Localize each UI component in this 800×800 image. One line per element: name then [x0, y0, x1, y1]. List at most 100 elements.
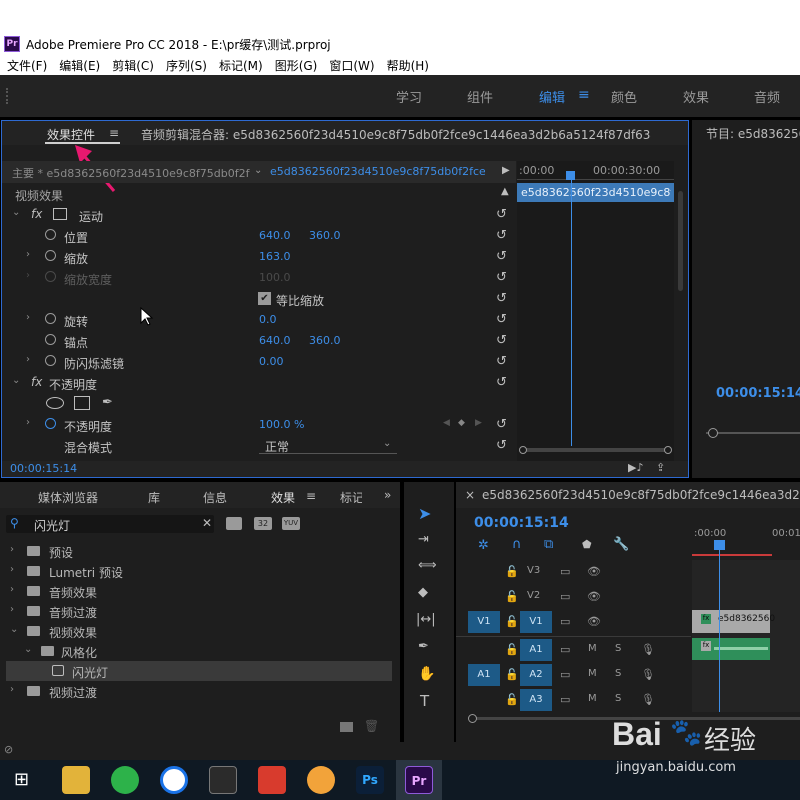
anchor-x-value[interactable]: 640.0: [259, 334, 291, 347]
play-audio-icon[interactable]: ▶♪: [628, 461, 643, 474]
program-timecode[interactable]: 00:00:15:14: [716, 386, 800, 401]
tab-libraries[interactable]: 库: [148, 489, 160, 506]
mute-button[interactable]: M: [588, 668, 597, 679]
sequence-tab[interactable]: e5d8362560f23d4510e9c8f75db0f2fce9c1446e…: [482, 488, 800, 502]
eye-icon[interactable]: 👁: [587, 615, 601, 628]
source-patch-v1[interactable]: V1: [468, 611, 500, 633]
chevron-right-icon[interactable]: ›: [10, 564, 14, 575]
track-target-v1[interactable]: V1: [520, 611, 552, 633]
stopwatch-icon[interactable]: [45, 250, 56, 261]
video-clip[interactable]: fx e5d8362560: [692, 610, 775, 633]
chevron-right-icon[interactable]: ›: [10, 604, 14, 615]
workspace-tab-effects[interactable]: 效果: [683, 87, 709, 106]
chevron-down-icon[interactable]: ⌄: [12, 375, 20, 386]
chevron-down-icon[interactable]: ⌄: [10, 624, 18, 635]
solo-button[interactable]: S: [615, 668, 621, 679]
sequence-clip-label[interactable]: e5d8362560f23d4510e9c8f75db0f2fce9c14...: [270, 165, 485, 178]
pen-mask-icon[interactable]: ✒: [102, 395, 113, 410]
menu-marker[interactable]: 标记(M): [219, 57, 263, 74]
microphone-icon[interactable]: 🎙: [641, 643, 655, 656]
sync-lock-icon[interactable]: ▭: [560, 643, 570, 656]
trash-icon[interactable]: 🗑: [364, 719, 379, 733]
program-title[interactable]: 节目: e5d8362560: [706, 125, 800, 142]
fx-icon[interactable]: fx: [31, 207, 42, 221]
sync-lock-icon[interactable]: ▭: [560, 668, 570, 681]
drag-grip-icon[interactable]: [6, 88, 10, 104]
lock-icon[interactable]: 🔓: [505, 615, 519, 628]
stopwatch-icon[interactable]: [45, 334, 56, 345]
rotation-value[interactable]: 0.0: [259, 313, 277, 326]
menu-window[interactable]: 窗口(W): [329, 57, 374, 74]
workspace-tab-color[interactable]: 颜色: [611, 87, 637, 106]
reset-icon[interactable]: ↺: [496, 438, 510, 453]
panel-overflow-icon[interactable]: »: [384, 488, 391, 502]
clear-search-icon[interactable]: ✕: [202, 516, 212, 530]
chevron-right-icon[interactable]: ›: [26, 354, 30, 365]
effects-folder-audio-effects[interactable]: › 音频效果: [0, 581, 392, 601]
anchor-y-value[interactable]: 360.0: [309, 334, 341, 347]
tab-effects[interactable]: 效果: [271, 489, 295, 506]
sync-lock-icon[interactable]: ▭: [560, 565, 570, 578]
reset-icon[interactable]: ↺: [496, 207, 510, 222]
stopwatch-icon[interactable]: [45, 418, 56, 429]
timeline-timecode[interactable]: 00:00:15:14: [474, 515, 569, 531]
chevron-right-icon[interactable]: ›: [26, 312, 30, 323]
work-area-bar[interactable]: [692, 554, 772, 556]
sync-lock-icon[interactable]: ▭: [560, 590, 570, 603]
add-marker-icon[interactable]: ⬟: [582, 538, 592, 551]
anti-flicker-value[interactable]: 0.00: [259, 355, 284, 368]
eye-icon[interactable]: 👁: [587, 590, 601, 603]
premiere-taskbar-icon[interactable]: Pr: [405, 766, 433, 794]
ec-timecode[interactable]: 00:00:15:14: [10, 462, 77, 475]
effects-folder-lumetri[interactable]: › Lumetri 预设: [0, 561, 392, 581]
tab-media-browser[interactable]: 媒体浏览器: [38, 489, 98, 506]
scale-value[interactable]: 163.0: [259, 250, 291, 263]
stopwatch-icon[interactable]: [45, 313, 56, 324]
app-red-icon[interactable]: [258, 766, 286, 794]
position-x-value[interactable]: 640.0: [259, 229, 291, 242]
panel-menu-icon[interactable]: ≡: [109, 126, 119, 140]
effects-folder-stylize[interactable]: ⌄ 风格化: [0, 641, 392, 661]
chevron-down-icon[interactable]: ⌄: [254, 165, 262, 176]
accelerated-effects-icon[interactable]: [226, 517, 242, 530]
microphone-icon[interactable]: 🎙: [641, 668, 655, 681]
effect-item-strobe-light[interactable]: 闪光灯: [6, 661, 392, 681]
triangle-icon[interactable]: ▲: [501, 186, 509, 197]
chevron-right-icon[interactable]: ›: [10, 684, 14, 695]
position-y-value[interactable]: 360.0: [309, 229, 341, 242]
sogou-icon[interactable]: [160, 766, 188, 794]
new-bin-icon[interactable]: [340, 722, 353, 732]
effect-controls-scrollbar[interactable]: [675, 161, 687, 461]
menu-graphics[interactable]: 图形(G): [275, 57, 318, 74]
snap-magnet-icon[interactable]: ∩: [512, 537, 522, 552]
reset-icon[interactable]: ↺: [496, 228, 510, 243]
menu-sequence[interactable]: 序列(S): [166, 57, 207, 74]
reset-icon[interactable]: ↺: [496, 354, 510, 369]
next-keyframe-icon[interactable]: ▶: [475, 418, 482, 428]
lock-icon[interactable]: 🔓: [505, 693, 519, 706]
lock-icon[interactable]: 🔓: [505, 668, 519, 681]
linked-selection-icon[interactable]: ⧉: [544, 537, 553, 552]
motion-row[interactable]: ⌄ fx 运动 ↺: [2, 204, 516, 225]
eye-icon[interactable]: 👁: [587, 565, 601, 578]
ellipse-mask-icon[interactable]: [46, 397, 64, 409]
terminal-icon[interactable]: [209, 766, 237, 794]
lock-icon[interactable]: 🔓: [505, 590, 519, 603]
timeline-zoom-bar[interactable]: [521, 448, 671, 452]
chrome-like-icon[interactable]: [307, 766, 335, 794]
windows-start-icon[interactable]: ⊞: [14, 769, 29, 790]
type-tool-icon[interactable]: T: [420, 692, 429, 710]
chevron-down-icon[interactable]: ⌄: [12, 207, 20, 218]
reset-icon[interactable]: ↺: [496, 417, 510, 432]
reset-icon[interactable]: ↺: [496, 375, 510, 390]
panel-menu-icon[interactable]: ≡: [306, 489, 316, 503]
hand-tool-icon[interactable]: ✋: [418, 666, 435, 682]
file-explorer-icon[interactable]: [62, 766, 90, 794]
lock-icon[interactable]: 🔓: [505, 565, 519, 578]
program-scrub-bar[interactable]: [706, 432, 800, 434]
master-clip-label[interactable]: 主要 * e5d8362560f23d4510e9c8f75db0f2fce..…: [12, 165, 250, 181]
workspace-tab-audio[interactable]: 音频: [754, 87, 780, 106]
selection-tool-icon[interactable]: ➤: [418, 504, 431, 523]
chevron-right-icon[interactable]: ›: [26, 417, 30, 428]
chevron-right-icon[interactable]: ›: [10, 544, 14, 555]
